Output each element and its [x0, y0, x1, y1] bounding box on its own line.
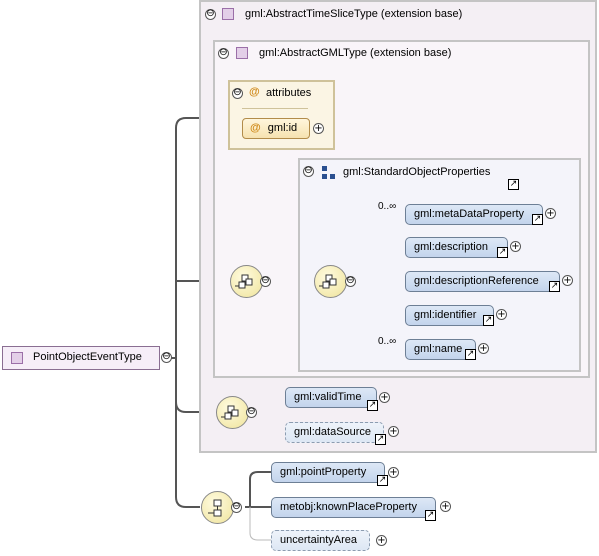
element-label: metobj:knownPlaceProperty [280, 501, 417, 513]
outer-group-header: gml:AbstractTimeSliceType (extension bas… [245, 8, 463, 20]
element-label: gml:dataSource [294, 426, 372, 438]
element-label: uncertaintyArea [280, 534, 358, 546]
element-label: gml:descriptionReference [414, 275, 539, 287]
attribute-icon: @ [249, 86, 260, 98]
collapse-icon[interactable]: ⊖ [232, 88, 243, 99]
element-gml-validTime[interactable]: gml:validTime [285, 387, 377, 408]
element-label: gml:name [414, 343, 463, 355]
attributes-header: attributes [266, 87, 312, 99]
collapse-icon[interactable]: ⊖ [345, 276, 356, 287]
complex-type-icon [222, 8, 234, 20]
collapse-icon[interactable]: ⊖ [246, 407, 257, 418]
element-gml-pointProperty[interactable]: gml:pointProperty [271, 462, 385, 483]
group-icon [322, 166, 335, 179]
element-metobj-knownPlaceProperty[interactable]: metobj:knownPlaceProperty [271, 497, 436, 518]
element-gml-descriptionReference[interactable]: gml:descriptionReference [405, 271, 560, 292]
sequence-compositor-icon[interactable] [216, 396, 249, 429]
collapse-icon[interactable]: ⊖ [218, 48, 229, 59]
expand-icon[interactable]: + [388, 467, 399, 478]
root-type-label: PointObjectEventType [33, 351, 142, 363]
multiplicity: 0..∞ [378, 201, 397, 212]
expand-icon[interactable]: + [313, 123, 324, 134]
element-label: gml:identifier [414, 309, 477, 321]
root-type-box[interactable]: PointObjectEventType [2, 346, 160, 370]
element-label: gml:validTime [294, 391, 362, 403]
reference-icon[interactable]: ↗ [532, 214, 543, 225]
reference-icon[interactable]: ↗ [375, 434, 386, 445]
expand-icon[interactable]: + [379, 392, 390, 403]
collapse-icon[interactable]: ⊖ [231, 502, 242, 513]
reference-icon[interactable]: ↗ [508, 179, 519, 190]
reference-icon[interactable]: ↗ [549, 281, 560, 292]
complex-type-icon [236, 47, 248, 59]
reference-icon[interactable]: ↗ [465, 349, 476, 360]
element-label: gml:pointProperty [280, 466, 367, 478]
reference-icon[interactable]: ↗ [425, 510, 436, 521]
multiplicity: 0..∞ [378, 336, 397, 347]
group-header: gml:StandardObjectProperties [343, 166, 491, 178]
reference-icon[interactable]: ↗ [497, 247, 508, 258]
element-uncertaintyArea[interactable]: uncertaintyArea [271, 530, 370, 551]
expand-icon[interactable]: + [376, 535, 387, 546]
collapse-icon[interactable]: ⊖ [260, 276, 271, 287]
collapse-icon[interactable]: ⊖ [205, 9, 216, 20]
element-gml-description[interactable]: gml:description [405, 237, 508, 258]
inner-group-header: gml:AbstractGMLType (extension base) [259, 47, 452, 59]
element-label: gml:metaDataProperty [414, 208, 525, 220]
expand-icon[interactable]: + [510, 241, 521, 252]
complex-type-icon [11, 352, 23, 364]
attribute-gml-id[interactable]: @ gml:id [242, 118, 310, 139]
sequence-compositor-icon[interactable] [314, 265, 347, 298]
expand-icon[interactable]: + [545, 208, 556, 219]
element-gml-metaDataProperty[interactable]: gml:metaDataProperty [405, 204, 543, 225]
attribute-label: gml:id [267, 122, 298, 134]
element-gml-identifier[interactable]: gml:identifier [405, 305, 494, 326]
expand-icon[interactable]: + [496, 309, 507, 320]
sequence-compositor-icon[interactable] [230, 265, 263, 298]
reference-icon[interactable]: ↗ [483, 315, 494, 326]
reference-icon[interactable]: ↗ [367, 400, 378, 411]
expand-icon[interactable]: + [478, 343, 489, 354]
expand-icon[interactable]: + [440, 501, 451, 512]
element-gml-dataSource[interactable]: gml:dataSource [285, 422, 384, 443]
collapse-icon[interactable]: ⊖ [303, 166, 314, 177]
expand-icon[interactable]: + [388, 426, 399, 437]
reference-icon[interactable]: ↗ [377, 475, 388, 486]
collapse-icon[interactable]: ⊖ [161, 352, 172, 363]
element-label: gml:description [414, 241, 488, 253]
sequence-compositor-icon[interactable] [201, 491, 234, 524]
attribute-icon: @ [250, 122, 261, 134]
expand-icon[interactable]: + [562, 275, 573, 286]
divider [242, 108, 308, 109]
